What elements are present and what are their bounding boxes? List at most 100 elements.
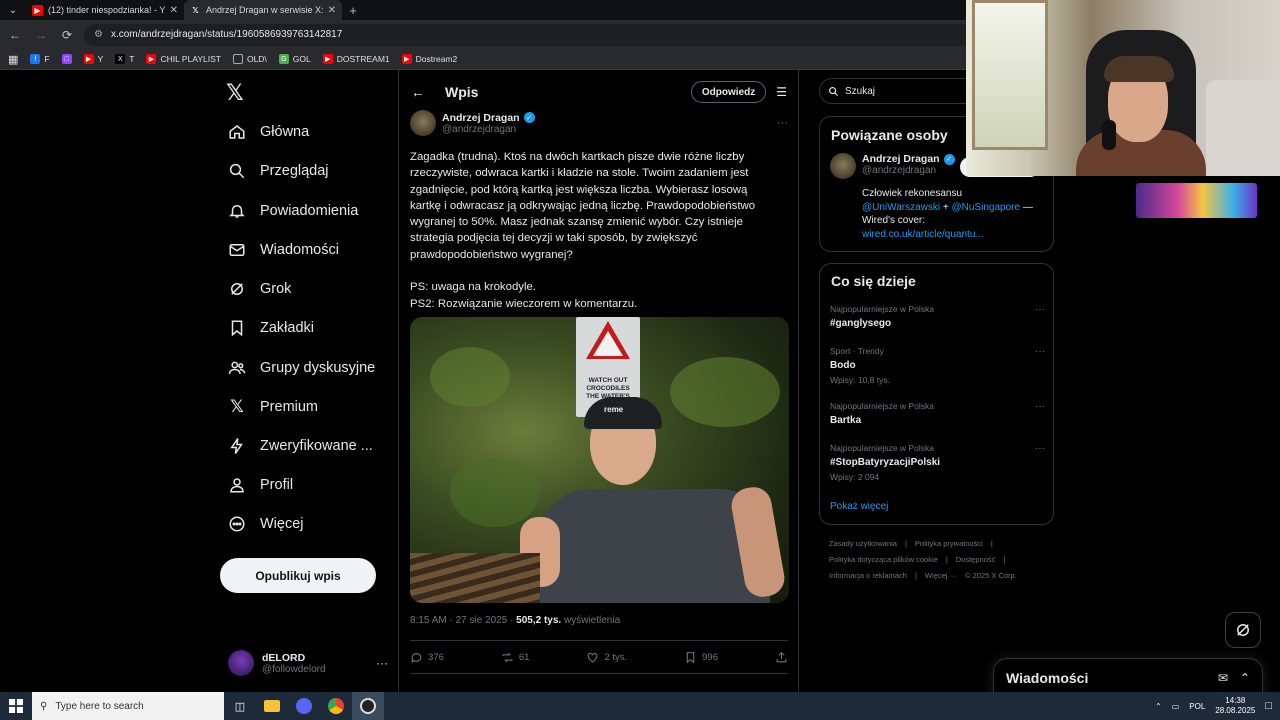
bookmark-old[interactable]: OLD\ — [232, 54, 267, 64]
more-dots-icon[interactable]: ··· — [1035, 304, 1045, 315]
more-dots-icon[interactable]: ··· — [1035, 401, 1045, 412]
nav-item-home[interactable]: Główna — [228, 123, 309, 141]
mention-link[interactable]: @NuSingapore — [952, 202, 1021, 213]
more-dots-icon[interactable]: ··· — [376, 656, 388, 670]
show-more-link[interactable]: Pokaż więcej — [830, 501, 888, 512]
trend-item[interactable]: Sport · Trendy Bodo Wpisy: 10,8 tys. ··· — [830, 346, 1045, 385]
bookmark-y[interactable]: ▶ Y — [83, 54, 103, 64]
repost-count: 61 — [518, 651, 530, 663]
tweet-photo[interactable]: WATCH OUT CROCODILESTHE WATER'S EDGE rem… — [410, 317, 789, 603]
mention-link[interactable]: @UniWarszawski — [862, 202, 940, 213]
taskbar-search-input[interactable]: ⚲ Type here to search — [32, 692, 224, 720]
trend-item[interactable]: Najpopularniejsze w Polska Bartka ··· — [830, 401, 1045, 426]
footer-link[interactable]: Więcej ··· — [925, 571, 957, 580]
apps-grid-icon[interactable]: ▦ — [8, 53, 18, 66]
avatar[interactable] — [830, 153, 856, 179]
obs-icon[interactable] — [352, 692, 384, 720]
search-icon — [829, 86, 839, 96]
windows-start-icon[interactable] — [0, 692, 32, 720]
trend-title: #ganglysego — [830, 318, 892, 329]
tweet-line: Zagadka (trudna). Ktoś na dwóch kartkach… — [410, 151, 745, 163]
forward-arrow-icon[interactable]: → — [32, 26, 50, 44]
search-input[interactable]: Szukaj — [819, 78, 979, 104]
nav-item-bookmarks[interactable]: Zakładki — [228, 319, 314, 337]
bookmark-action[interactable]: 996 — [684, 651, 718, 664]
x-logo-icon[interactable]: 𝕏 — [226, 80, 244, 106]
network-icon[interactable]: ▭ — [1172, 702, 1180, 711]
grok-floating-button[interactable] — [1225, 612, 1261, 648]
chevron-up-icon[interactable]: ⌃ — [1155, 702, 1162, 711]
bookmark-twitch[interactable]: □ — [61, 54, 72, 64]
related-name[interactable]: Andrzej Dragan — [862, 153, 940, 165]
nav-item-communities[interactable]: Grupy dyskusyjne — [228, 359, 375, 377]
author-handle[interactable]: @andrzejdragan — [442, 124, 535, 135]
bookmark-dostream1[interactable]: ▶ DOSTREAM1 — [322, 54, 390, 64]
chrome-icon[interactable] — [320, 692, 352, 720]
bookmark-chil-playlist[interactable]: ▶ CHIL PLAYLIST — [146, 54, 221, 64]
bio-link[interactable]: wired.co.uk/article/quantu... — [862, 228, 1047, 242]
site-info-icon[interactable]: ⚙ — [94, 29, 103, 40]
footer-link[interactable]: Polityka prywatności — [915, 539, 983, 548]
nav-item-verified-orgs[interactable]: Zweryfikowane ... — [228, 437, 373, 455]
more-dots-icon[interactable]: ··· — [777, 117, 788, 129]
bookmark-f[interactable]: fF — [30, 54, 50, 64]
nav-item-messages[interactable]: Wiadomości — [228, 241, 339, 259]
trend-item[interactable]: Najpopularniejsze w Polska #ganglysego ·… — [830, 304, 1045, 329]
language-indicator[interactable]: POL — [1189, 702, 1205, 711]
card-title: Co się dzieje — [831, 273, 916, 289]
nav-item-more[interactable]: Więcej — [228, 515, 304, 533]
clock[interactable]: 14:38 28.08.2025 — [1215, 696, 1255, 716]
new-message-icon[interactable]: ✉ — [1218, 671, 1228, 685]
more-dots-icon[interactable]: ··· — [1035, 443, 1045, 454]
tab-youtube[interactable]: ▶ (12) tinder niespodzianka! - You ✕ — [26, 0, 184, 20]
main-column: ← Wpis Odpowiedz ☰ Andrzej Dragan ✓ @andr… — [398, 70, 799, 692]
nav-item-grok[interactable]: Grok — [228, 280, 291, 298]
task-view-icon[interactable]: ◫ — [224, 692, 256, 720]
system-tray: ⌃ ▭ POL 14:38 28.08.2025 □ — [1155, 696, 1280, 716]
notification-icon[interactable]: □ — [1265, 700, 1272, 712]
bookmark-gol[interactable]: G GOL — [278, 54, 311, 64]
close-icon[interactable]: ✕ — [328, 5, 336, 16]
facebook-icon: f — [30, 54, 41, 64]
share-action[interactable] — [775, 651, 788, 664]
bookmark-dostream2[interactable]: ▶ Dostream2 — [401, 54, 457, 64]
avatar[interactable] — [410, 110, 436, 136]
account-switcher[interactable]: dELORD @followdelord ··· — [228, 648, 388, 678]
trend-context: Najpopularniejsze w Polska — [830, 304, 934, 314]
close-icon[interactable]: ✕ — [170, 5, 178, 16]
footer-link[interactable]: Zasady użytkowania — [829, 539, 897, 548]
file-explorer-icon[interactable] — [256, 692, 288, 720]
back-arrow-icon[interactable]: ← — [411, 84, 435, 100]
footer-link[interactable]: Informacja o reklamach — [829, 571, 907, 580]
discord-icon[interactable] — [288, 692, 320, 720]
tab-search-icon[interactable]: ⌄ — [0, 0, 26, 20]
reply-button[interactable]: Odpowiedz — [690, 81, 767, 103]
repost-icon — [502, 652, 513, 662]
nav-item-explore[interactable]: Przeglądaj — [228, 162, 329, 180]
footer-link[interactable]: Dostępność — [956, 555, 996, 564]
trend-title: #StopBatyryzacjiPolski — [830, 457, 941, 468]
chevron-up-icon[interactable]: ⌃ — [1240, 671, 1250, 685]
nav-item-premium[interactable]: 𝕏 Premium — [228, 397, 318, 416]
bookmark-count: 996 — [702, 651, 718, 663]
post-button[interactable]: Opublikuj wpis — [220, 558, 376, 593]
timestamp[interactable]: 8:15 AM · 27 sie 2025 · — [410, 615, 516, 626]
trend-count: Wpisy: 10,8 tys. — [830, 375, 890, 385]
like-action[interactable]: 2 tys. — [586, 651, 627, 664]
reply-action[interactable]: 376 — [410, 651, 444, 664]
author-name[interactable]: Andrzej Dragan — [442, 112, 520, 124]
folder-icon — [232, 54, 243, 64]
footer-link[interactable]: Polityka dotycząca plików cookie — [829, 555, 938, 564]
repost-action[interactable]: 61 — [501, 651, 530, 664]
nav-item-profile[interactable]: Profil — [228, 476, 293, 494]
nav-item-notifications[interactable]: Powiadomienia — [228, 202, 358, 220]
tab-x-post[interactable]: 𝕏 Andrzej Dragan w serwisie X: „Z ✕ — [184, 0, 342, 20]
more-dots-icon[interactable]: ··· — [1035, 346, 1045, 357]
sliders-icon[interactable]: ☰ — [776, 85, 787, 99]
back-arrow-icon[interactable]: ← — [6, 26, 24, 44]
reload-icon[interactable]: ⟳ — [58, 26, 76, 44]
bookmark-t[interactable]: XT — [115, 54, 134, 64]
new-tab-button[interactable]: + — [342, 3, 364, 18]
window — [972, 0, 1048, 150]
trend-item[interactable]: Najpopularniejsze w Polska #StopBatyryza… — [830, 443, 1045, 482]
